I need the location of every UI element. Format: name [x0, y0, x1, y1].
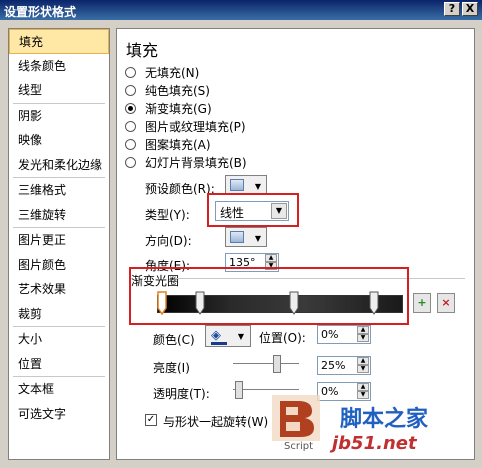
direction-picker[interactable]: ▼ — [225, 227, 267, 247]
spin-up-icon[interactable]: ▲ — [357, 357, 369, 365]
gradient-swatch-icon — [230, 179, 244, 191]
sidebar: 填充 线条颜色 线型 阴影 映像 发光和柔化边缘 三维格式 三维旋转 图片更正 … — [8, 28, 110, 460]
highlight-gradient-stops-box — [129, 267, 409, 325]
jb51-logo — [272, 395, 320, 441]
spin-up-icon[interactable]: ▲ — [265, 254, 277, 262]
sidebar-item-fill[interactable]: 填充 — [9, 29, 109, 54]
radio-label: 渐变填充(G) — [145, 101, 212, 116]
sidebar-item-position[interactable]: 位置 — [9, 352, 109, 377]
brightness-value: 25% — [321, 359, 346, 372]
spin-down-icon[interactable]: ▼ — [357, 365, 369, 373]
remove-gradient-stop-button[interactable]: × — [437, 293, 455, 313]
position-label: 位置(O): — [259, 331, 306, 345]
radio-label: 无填充(N) — [145, 65, 200, 80]
radio-pattern-fill[interactable]: 图案填充(A) — [125, 135, 211, 153]
highlight-type-box — [207, 193, 299, 227]
brightness-slider[interactable] — [233, 355, 299, 373]
preset-colors-picker[interactable]: ▼ — [225, 175, 267, 195]
radio-label: 纯色填充(S) — [145, 83, 210, 98]
sidebar-item-3d-rotation[interactable]: 三维旋转 — [9, 203, 109, 228]
color-label: 颜色(C) — [153, 333, 195, 347]
add-gradient-stop-button[interactable]: + — [413, 293, 431, 313]
sidebar-item-reflection[interactable]: 映像 — [9, 128, 109, 153]
slider-thumb[interactable] — [273, 355, 281, 373]
brightness-spinner[interactable]: 25% ▲ ▼ — [317, 356, 371, 375]
radio-solid-fill[interactable]: 纯色填充(S) — [125, 81, 210, 99]
slider-thumb[interactable] — [235, 381, 243, 399]
color-indicator — [211, 342, 227, 345]
radio-button[interactable] — [125, 102, 136, 114]
sidebar-item-picture-color[interactable]: 图片颜色 — [9, 253, 109, 278]
spin-up-icon[interactable]: ▲ — [357, 326, 369, 334]
sidebar-item-alt-text[interactable]: 可选文字 — [9, 402, 109, 427]
radio-no-fill[interactable]: 无填充(N) — [125, 63, 199, 81]
watermark-url: jb51.net — [332, 433, 417, 454]
brightness-label: 亮度(I) — [153, 361, 190, 375]
radio-picture-fill[interactable]: 图片或纹理填充(P) — [125, 117, 246, 135]
position-value: 0% — [321, 328, 339, 341]
preset-colors-label: 预设颜色(R): — [145, 182, 215, 196]
sidebar-item-line-style[interactable]: 线型 — [9, 78, 109, 103]
sidebar-item-size[interactable]: 大小 — [9, 327, 109, 352]
radio-button[interactable] — [125, 66, 136, 78]
window-title: 设置形状格式 — [4, 5, 77, 19]
rotate-with-shape-label: 与形状一起旋转(W) — [163, 415, 269, 429]
radio-gradient-fill[interactable]: 渐变填充(G) — [125, 99, 212, 117]
radio-button[interactable] — [125, 156, 136, 168]
chevron-down-icon: ▼ — [254, 182, 261, 191]
sidebar-item-picture-corrections[interactable]: 图片更正 — [9, 228, 109, 253]
stop-color-picker[interactable]: ◈ ▼ — [205, 325, 251, 347]
gradient-swatch-icon — [230, 231, 244, 243]
radio-background-fill[interactable]: 幻灯片背景填充(B) — [125, 153, 247, 171]
direction-label: 方向(D): — [145, 234, 192, 248]
sidebar-item-line-color[interactable]: 线条颜色 — [9, 54, 109, 79]
panel-heading: 填充 — [126, 41, 159, 60]
position-spinner[interactable]: 0% ▲ ▼ — [317, 325, 371, 344]
slider-track — [233, 363, 299, 365]
sidebar-item-glow[interactable]: 发光和柔化边缘 — [9, 153, 109, 178]
watermark-script-text: Script — [284, 441, 314, 452]
radio-button[interactable] — [125, 138, 136, 150]
sidebar-item-crop[interactable]: 裁剪 — [9, 302, 109, 327]
radio-label: 图案填充(A) — [145, 137, 211, 152]
chevron-down-icon: ▼ — [254, 234, 261, 243]
chevron-down-icon: ▼ — [237, 332, 244, 341]
transparency-label: 透明度(T): — [153, 387, 210, 401]
radio-button[interactable] — [125, 84, 136, 96]
sidebar-item-shadow[interactable]: 阴影 — [9, 104, 109, 129]
radio-label: 图片或纹理填充(P) — [145, 119, 246, 134]
title-bar: 设置形状格式 ? X — [0, 0, 482, 20]
radio-label: 幻灯片背景填充(B) — [145, 155, 247, 170]
help-button[interactable]: ? — [444, 2, 460, 16]
sidebar-item-text-box[interactable]: 文本框 — [9, 377, 109, 402]
sidebar-item-artistic-effects[interactable]: 艺术效果 — [9, 277, 109, 302]
paint-bucket-icon: ◈ — [211, 328, 221, 343]
close-button[interactable]: X — [462, 2, 478, 16]
sidebar-item-3d-format[interactable]: 三维格式 — [9, 178, 109, 203]
watermark-site-name: 脚本之家 — [340, 406, 429, 432]
spin-up-icon[interactable]: ▲ — [357, 383, 369, 391]
radio-button[interactable] — [125, 120, 136, 132]
spin-down-icon[interactable]: ▼ — [357, 334, 369, 342]
watermark: Script 脚本之家 jb51.net — [270, 395, 480, 463]
rotate-with-shape-checkbox[interactable]: ✓ — [145, 414, 157, 426]
type-label: 类型(Y): — [145, 208, 190, 222]
